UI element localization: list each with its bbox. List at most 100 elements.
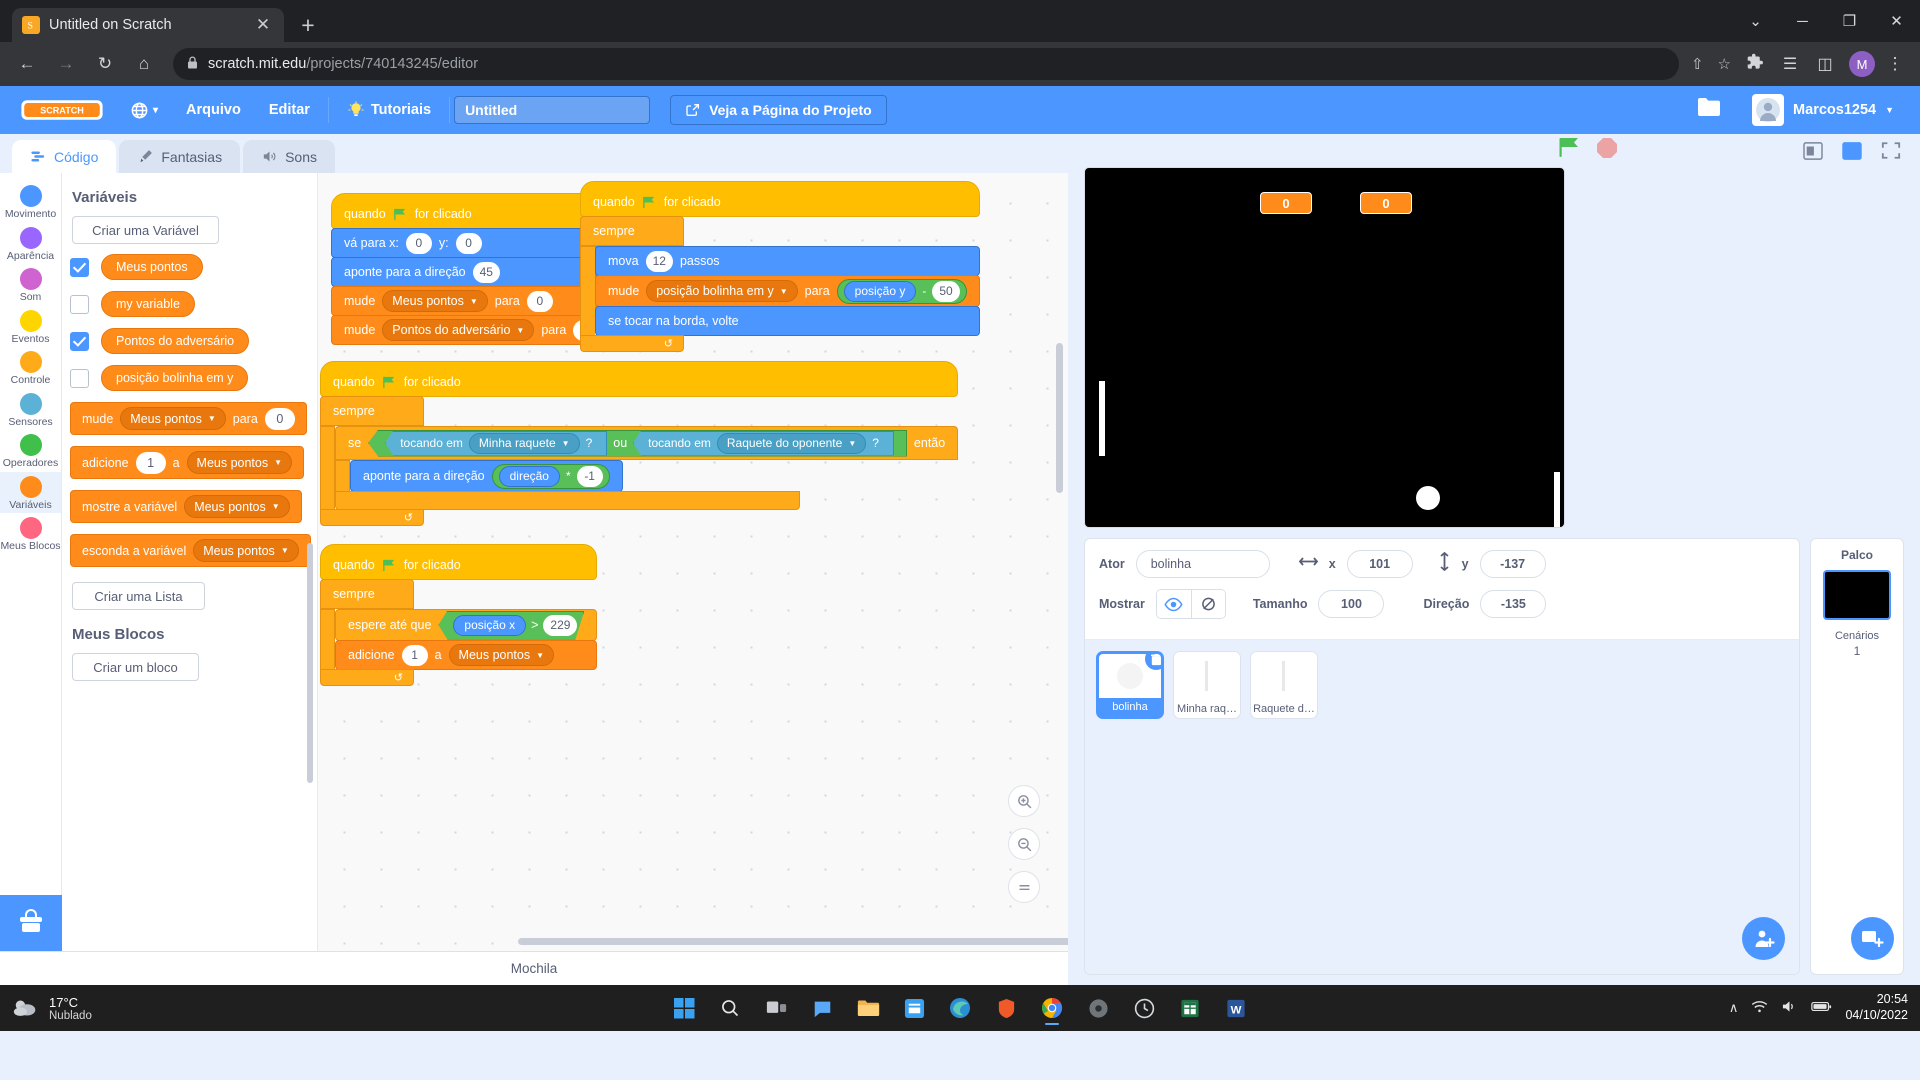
script-2[interactable]: quando for clicado sempre mova 12 passos… [580,181,980,352]
direction-input[interactable]: -135 [1480,590,1547,618]
taskbar-clock[interactable]: 20:54 04/10/2022 [1845,992,1908,1023]
category-movimento[interactable]: Movimento [0,181,61,223]
point-direction-input[interactable]: 45 [472,261,500,283]
edge-button[interactable] [942,990,978,1026]
extensions-icon[interactable] [1740,53,1770,75]
monitor-pontos-adversario[interactable]: 0 [1360,192,1412,214]
microsoft-store-button[interactable] [896,990,932,1026]
change-variable-dropdown[interactable]: Meus pontos ▼ [448,644,555,666]
y-input[interactable]: -137 [1479,550,1546,578]
category-controle[interactable]: Controle [0,347,61,389]
block-point-in-direction[interactable]: aponte para a direção 45 [331,257,613,287]
chrome-button[interactable] [1034,990,1070,1026]
change-value-input[interactable]: 1 [135,451,166,474]
set-value-input[interactable]: 0 [526,290,553,312]
category-operadores[interactable]: Operadores [0,430,61,472]
hide-sprite-button[interactable] [1190,590,1225,618]
sprite-bolinha[interactable] [1416,486,1440,510]
goto-y-input[interactable]: 0 [455,232,482,254]
create-variable-button[interactable]: Criar uma Variável [72,216,219,244]
block-go-to-xy[interactable]: vá para x: 0 y: 0 [331,228,613,258]
volume-icon[interactable] [1781,999,1798,1017]
block-wait-until[interactable]: espere até que posição x > 229 [335,609,598,641]
stage-thumbnail[interactable] [1823,570,1891,620]
block-forever[interactable]: sempre mova 12 passos mude posição bolin… [580,216,980,352]
battery-icon[interactable] [1811,1000,1832,1016]
bookmark-star-icon[interactable]: ☆ [1718,55,1731,73]
operator-or[interactable]: tocando em Minha raquete ▼ ? ou tocando … [368,429,907,457]
stage[interactable]: 0 0 [1084,167,1565,528]
variable-checkbox[interactable] [70,257,89,277]
size-input[interactable]: 100 [1318,590,1385,618]
sprite-raquete-oponente[interactable] [1554,472,1560,527]
project-name-input[interactable]: Untitled [454,96,651,124]
sprite-card-raquete-oponente[interactable]: Raquete d… [1250,651,1318,719]
menu-tutorials[interactable]: Tutoriais [333,86,445,134]
palette-block-show-variable[interactable]: mostre a variável Meus pontos ▼ [70,490,302,523]
script-1[interactable]: quando for clicado vá para x: 0 y: 0 apo… [331,193,613,345]
language-menu[interactable]: ▾ [116,86,172,134]
show-variable-dropdown[interactable]: Meus pontos ▼ [184,495,290,518]
sensing-touching-minha-raquete[interactable]: tocando em Minha raquete ▼ ? [385,430,608,456]
block-set-pontos-adversario[interactable]: mude Pontos do adversário ▼ para 0 [331,315,613,345]
search-button[interactable] [712,990,748,1026]
touching-target-dropdown[interactable]: Minha raquete ▼ [468,432,580,454]
palette-block-hide-variable[interactable]: esconda a variável Meus pontos ▼ [70,534,311,567]
scratch-logo[interactable]: SCRATCH [20,97,104,123]
operator-right-input[interactable]: 229 [543,615,577,636]
share-icon[interactable]: ⇧ [1691,55,1704,73]
operator-greater-than[interactable]: posição x > 229 [438,611,584,640]
browser-tab[interactable]: S Untitled on Scratch ✕ [12,8,284,42]
block-when-flag-clicked[interactable]: quando for clicado [331,193,613,229]
monitor-meus-pontos[interactable]: 0 [1260,192,1312,214]
backpack-toggle-button[interactable] [0,895,62,951]
menu-file[interactable]: Arquivo [172,86,255,134]
word-button[interactable]: W [1218,990,1254,1026]
code-canvas[interactable]: quando for clicado vá para x: 0 y: 0 apo… [318,173,1068,951]
variable-checkbox[interactable] [70,331,89,351]
close-window-button[interactable]: ✕ [1873,0,1920,42]
block-when-flag-clicked[interactable]: quando for clicado [320,361,959,397]
reload-icon[interactable]: ↻ [88,47,122,81]
set-value-input[interactable]: 0 [264,407,295,430]
variable-pill[interactable]: my variable [101,291,195,317]
tab-sons[interactable]: Sons [243,140,335,173]
block-change-meus-pontos[interactable]: adicione 1 a Meus pontos ▼ [335,640,598,670]
reporter-direcao[interactable]: direção [498,465,560,487]
weather-widget[interactable]: 17°C Nublado [12,995,92,1022]
block-move-steps[interactable]: mova 12 passos [595,246,980,276]
zoom-reset-button[interactable] [1008,871,1040,903]
variable-pill[interactable]: Pontos do adversário [101,328,250,354]
minimize-button[interactable]: ─ [1779,0,1826,42]
profile-avatar[interactable]: M [1849,51,1875,77]
backpack-bar[interactable]: Mochila [0,951,1068,985]
palette-scrollbar[interactable] [307,543,313,783]
user-menu[interactable]: Marcos1254 ▼ [1738,94,1908,126]
tray-chevron-up-icon[interactable]: ∧ [1729,1000,1739,1016]
zoom-in-button[interactable] [1008,785,1040,817]
tab-search-icon[interactable]: ⌄ [1732,0,1779,42]
script-3[interactable]: quando for clicado sempre se tocando em … [320,361,959,526]
add-backdrop-button[interactable] [1851,917,1894,960]
side-panel-icon[interactable]: ◫ [1810,54,1840,74]
change-variable-dropdown[interactable]: Meus pontos ▼ [186,451,293,474]
block-when-flag-clicked[interactable]: quando for clicado [320,544,598,580]
large-stage-button[interactable] [1839,138,1865,164]
forever-label-row[interactable]: sempre [580,216,684,246]
palette-block-change-variable[interactable]: adicione 1 a Meus pontos ▼ [70,446,305,479]
block-forever[interactable]: sempre espere até que posição x > 229 ad… [320,579,598,686]
reading-list-icon[interactable]: ☰ [1775,54,1805,74]
start-button[interactable] [666,990,702,1026]
block-forever[interactable]: sempre se tocando em Minha raquete ▼ ? o… [320,396,959,526]
tab-close-icon[interactable]: ✕ [252,15,274,35]
hide-variable-dropdown[interactable]: Meus pontos ▼ [193,539,299,562]
block-set-meus-pontos[interactable]: mude Meus pontos ▼ para 0 [331,286,613,316]
tab-fantasias[interactable]: Fantasias [119,140,241,173]
clock-app-button[interactable] [1126,990,1162,1026]
maximize-button[interactable]: ❐ [1826,0,1873,42]
create-block-button[interactable]: Criar um bloco [72,653,199,681]
excel-button[interactable] [1172,990,1208,1026]
set-variable-dropdown[interactable]: Meus pontos ▼ [382,290,488,312]
new-tab-button[interactable]: + [290,14,326,37]
sprite-card-bolinha[interactable]: bolinha [1096,651,1164,719]
